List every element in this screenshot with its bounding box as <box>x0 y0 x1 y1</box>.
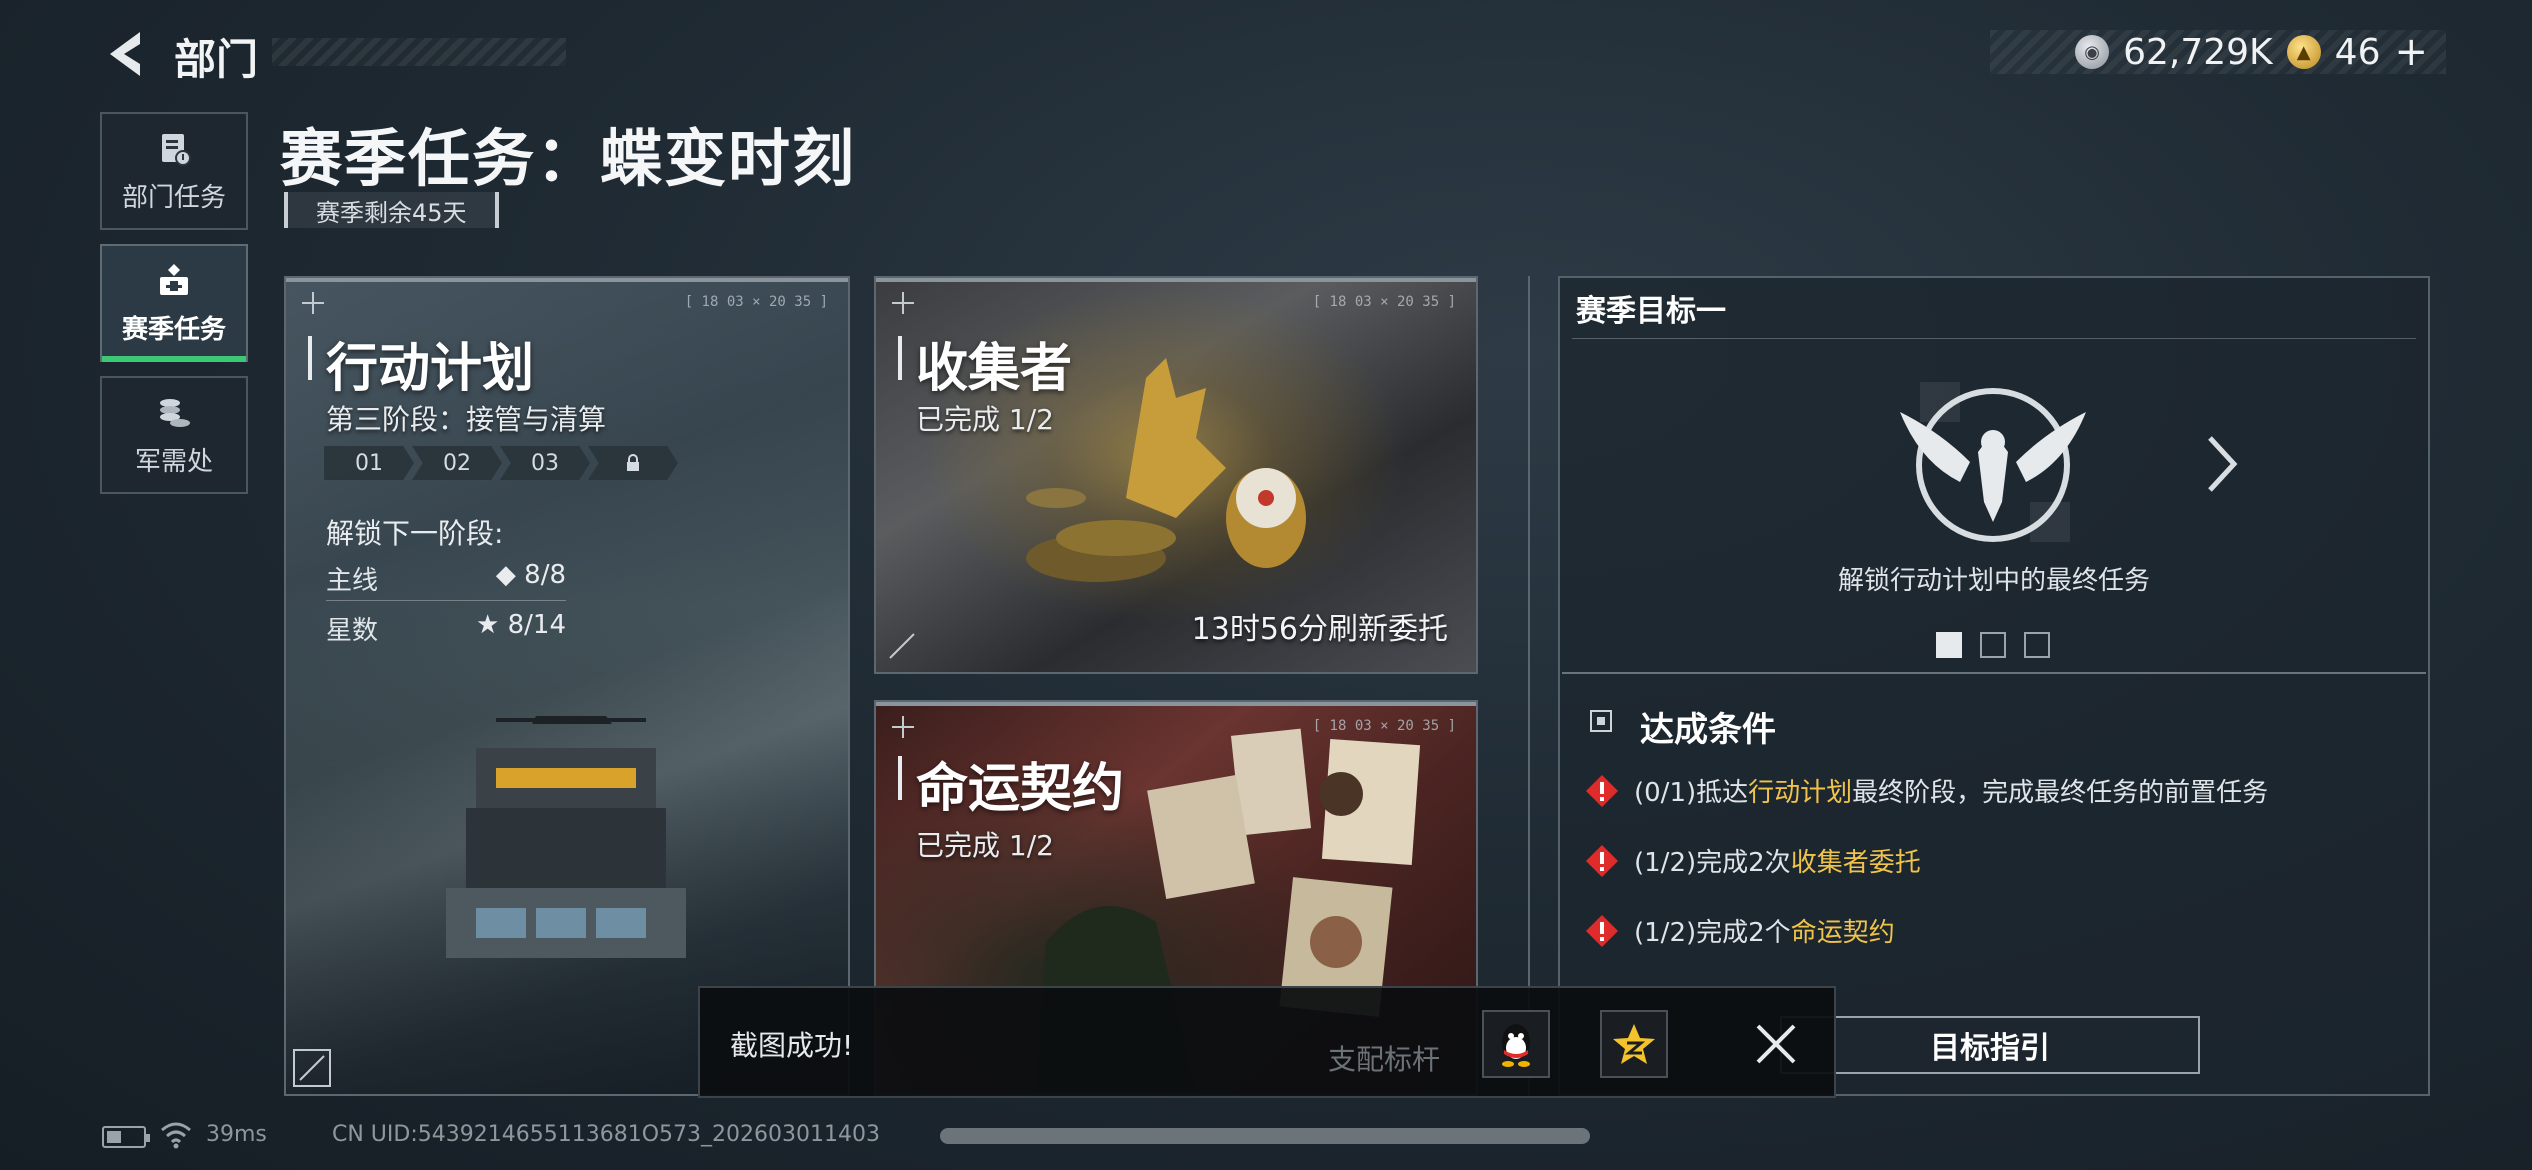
clipboard-icon <box>162 133 191 166</box>
condition-row: (0/1)抵达行动计划最终阶段，完成最终任务的前置任务 <box>1584 772 2268 809</box>
sidebar-item-season-tasks[interactable]: 赛季任务 <box>100 244 248 362</box>
sidebar-item-label: 赛季任务 <box>121 314 226 345</box>
card-top-strip <box>286 278 848 282</box>
wifi-icon <box>161 1122 191 1149</box>
uid-readout: CN UID:5439214655113681O573_202603011403 <box>332 1122 880 1147</box>
sidebar-item-quartermaster[interactable]: 军需处 <box>100 376 248 494</box>
action-plan-card[interactable]: [ 18 03 × 20 35 ] 行动计划 第三阶段：接管与清算 01 02 … <box>284 276 850 1096</box>
card-hud-readout: [ 18 03 × 20 35 ] <box>1312 294 1456 310</box>
stars-progress-row: 星数 ★ 8/14 <box>326 610 566 647</box>
refresh-timer-text: 13时56分刷新委托 <box>1191 612 1448 647</box>
card-top-strip <box>876 702 1476 706</box>
qq-icon <box>1502 1024 1530 1067</box>
sidebar-item-department-tasks[interactable]: 部门任务 <box>100 112 248 230</box>
condition-text: (0/1)抵达行动计划最终阶段，完成最终任务的前置任务 <box>1634 778 2269 808</box>
crosshair-icon <box>892 292 914 314</box>
goal-pagination <box>1936 632 2050 658</box>
share-qq-button[interactable] <box>1482 1010 1550 1078</box>
goal-guide-button[interactable]: 目标指引 <box>1780 1016 2200 1074</box>
divider <box>1562 672 2426 674</box>
warning-icon <box>1586 914 1618 947</box>
qzone-star-icon <box>1613 1024 1655 1064</box>
card-title: 行动计划 <box>307 326 534 401</box>
stage-step: 01 <box>324 446 414 480</box>
crosshair-icon <box>892 716 914 738</box>
kit-icon <box>160 263 188 295</box>
goal-title: 赛季目标一 <box>1576 294 1726 329</box>
warning-icon <box>1586 774 1618 807</box>
background-card-label: 支配标杆 <box>1328 1043 1441 1076</box>
condition-row: (1/2)完成2个命运契约 <box>1584 912 1895 949</box>
silver-coin-icon: ◉ <box>2075 35 2110 69</box>
stars-value: ★ 8/14 <box>476 610 566 640</box>
stage-progress: 01 02 03 <box>324 446 678 480</box>
main-progress-row: 主线 ◆ 8/8 <box>326 560 566 597</box>
conditions-title: 达成条件 <box>1640 710 1776 750</box>
eagle-emblem-icon <box>1900 382 2086 542</box>
add-currency-button[interactable]: + <box>2394 32 2428 72</box>
chevron-right-icon[interactable] <box>2200 432 2244 496</box>
season-remaining-badge: 赛季剩余45天 <box>284 192 499 228</box>
condition-row: (1/2)完成2次收集者委托 <box>1584 842 1921 879</box>
building-art-image <box>446 716 686 958</box>
card-subtitle: 已完成 1/2 <box>916 403 1054 436</box>
card-hud-readout: [ 18 03 × 20 35 ] <box>684 294 828 310</box>
back-arrow-icon[interactable] <box>96 24 156 84</box>
stars-label: 星数 <box>326 616 379 646</box>
season-title: 赛季任务：蝶变时刻 <box>280 122 857 195</box>
battery-icon <box>102 1126 150 1148</box>
condition-text: (1/2)完成2个命运契约 <box>1634 918 1895 948</box>
page-dot[interactable] <box>1936 632 1962 658</box>
main-label: 主线 <box>326 566 379 596</box>
silver-currency-value: 62,729K <box>2123 31 2273 73</box>
vertical-divider <box>1528 276 1530 1096</box>
card-subtitle: 已完成 1/2 <box>916 829 1054 862</box>
warning-icon <box>1586 844 1618 877</box>
gold-currency-value: 46 <box>2334 31 2381 73</box>
sidebar-item-label: 军需处 <box>134 446 213 477</box>
card-title: 收集者 <box>897 326 1072 401</box>
conditions-bullet-icon <box>1590 710 1612 732</box>
page-dot[interactable] <box>1980 632 2006 658</box>
currency-bar: ◉ 62,729K ▲ 46 + <box>1990 30 2446 74</box>
gold-coin-icon: ▲ <box>2286 35 2321 69</box>
goal-description: 解锁行动计划中的最终任务 <box>1837 566 2150 596</box>
share-qzone-button[interactable] <box>1600 1010 1668 1078</box>
coin-stack-icon <box>160 398 190 427</box>
card-title: 命运契约 <box>897 746 1124 821</box>
lock-icon <box>627 454 639 471</box>
condition-text: (1/2)完成2次收集者委托 <box>1634 848 1921 878</box>
main-value: ◆ 8/8 <box>495 560 566 590</box>
divider <box>326 600 566 601</box>
divider <box>1572 338 2416 339</box>
unlock-next-stage-label: 解锁下一阶段: <box>326 517 504 550</box>
card-top-strip <box>876 278 1476 282</box>
corner-bracket-icon <box>889 633 915 659</box>
stage-step: 03 <box>500 446 590 480</box>
title-stripe-decoration <box>272 38 566 66</box>
scrollbar[interactable] <box>940 1128 1590 1144</box>
page-dot[interactable] <box>2024 632 2050 658</box>
corner-bracket-icon <box>293 1049 331 1087</box>
crosshair-icon <box>302 292 324 314</box>
stage-step-locked <box>588 446 678 480</box>
card-subtitle: 第三阶段：接管与清算 <box>326 403 607 436</box>
page-title: 部门 <box>174 35 259 84</box>
close-icon[interactable] <box>1746 1014 1806 1074</box>
collector-card[interactable]: [ 18 03 × 20 35 ] 收集者 已完成 1/2 13时56分刷新委托 <box>874 276 1478 674</box>
stage-step: 02 <box>412 446 502 480</box>
sidebar-item-label: 部门任务 <box>121 182 226 213</box>
toast-message: 截图成功! <box>730 1029 854 1062</box>
ping-readout: 39ms <box>206 1122 267 1147</box>
